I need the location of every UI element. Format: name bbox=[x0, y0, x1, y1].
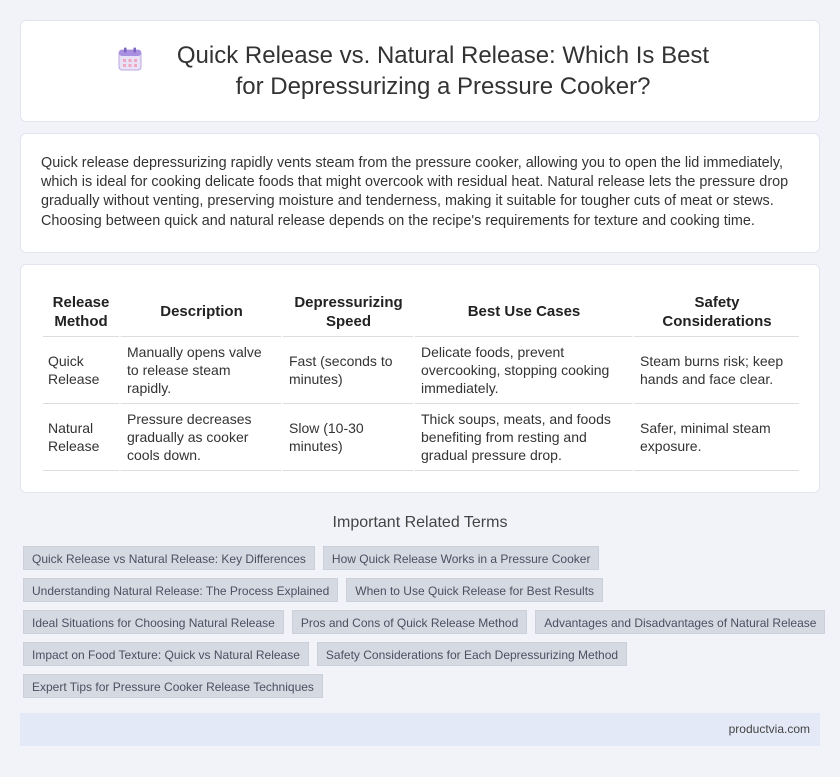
related-term-link[interactable]: Pros and Cons of Quick Release Method bbox=[291, 610, 528, 634]
related-term-link[interactable]: Expert Tips for Pressure Cooker Release … bbox=[23, 674, 323, 698]
table-cell: Slow (10-30 minutes) bbox=[281, 404, 413, 471]
header-release-method: Release Method bbox=[43, 287, 119, 337]
comparison-table-card: Release Method Description Depressurizin… bbox=[20, 264, 820, 493]
related-term-link[interactable]: Impact on Food Texture: Quick vs Natural… bbox=[23, 642, 309, 666]
header-card: Quick Release vs. Natural Release: Which… bbox=[20, 20, 820, 122]
table-row: Natural Release Pressure decreases gradu… bbox=[43, 404, 799, 471]
related-term-link[interactable]: How Quick Release Works in a Pressure Co… bbox=[322, 546, 600, 570]
table-row: Quick Release Manually opens valve to re… bbox=[43, 337, 799, 404]
header-depressurizing-speed: Depressurizing Speed bbox=[281, 287, 413, 337]
footer-site-link[interactable]: productvia.com bbox=[729, 722, 810, 736]
intro-text: Quick release depressurizing rapidly ven… bbox=[41, 155, 789, 229]
term-row: Expert Tips for Pressure Cooker Release … bbox=[23, 674, 823, 698]
term-row: Impact on Food Texture: Quick vs Natural… bbox=[23, 642, 823, 666]
intro-card: Quick release depressurizing rapidly ven… bbox=[20, 133, 820, 253]
related-term-link[interactable]: Advantages and Disadvantages of Natural … bbox=[535, 610, 826, 634]
table-cell: Safer, minimal steam exposure. bbox=[632, 404, 799, 471]
related-term-link[interactable]: Understanding Natural Release: The Proce… bbox=[23, 578, 339, 602]
related-terms-list: Quick Release vs Natural Release: Key Di… bbox=[23, 546, 826, 706]
header-safety-considerations: Safety Considerations bbox=[632, 287, 799, 337]
related-terms-title: Important Related Terms bbox=[332, 514, 508, 531]
related-term-link[interactable]: When to Use Quick Release for Best Resul… bbox=[346, 578, 604, 602]
term-row: Understanding Natural Release: The Proce… bbox=[23, 578, 823, 602]
header-best-use-cases: Best Use Cases bbox=[413, 287, 632, 337]
footer: productvia.com bbox=[20, 713, 820, 746]
table-cell: Steam burns risk; keep hands and face cl… bbox=[632, 337, 799, 404]
page: Quick Release vs. Natural Release: Which… bbox=[0, 0, 840, 777]
calendar-icon bbox=[118, 47, 142, 71]
table-cell: Pressure decreases gradually as cooker c… bbox=[119, 404, 281, 471]
table-cell: Natural Release bbox=[43, 404, 119, 471]
term-row: Ideal Situations for Choosing Natural Re… bbox=[23, 610, 826, 634]
table-cell: Quick Release bbox=[43, 337, 119, 404]
page-title: Quick Release vs. Natural Release: Which… bbox=[176, 42, 710, 100]
table-header-row: Release Method Description Depressurizin… bbox=[43, 287, 799, 337]
header-description: Description bbox=[119, 287, 281, 337]
comparison-table: Release Method Description Depressurizin… bbox=[43, 287, 799, 471]
table-cell: Delicate foods, prevent overcooking, sto… bbox=[413, 337, 632, 404]
related-term-link[interactable]: Quick Release vs Natural Release: Key Di… bbox=[23, 546, 315, 570]
table-cell: Fast (seconds to minutes) bbox=[281, 337, 413, 404]
table-cell: Manually opens valve to release steam ra… bbox=[119, 337, 281, 404]
table-cell: Thick soups, meats, and foods benefiting… bbox=[413, 404, 632, 471]
related-term-link[interactable]: Ideal Situations for Choosing Natural Re… bbox=[23, 610, 284, 634]
term-row: Quick Release vs Natural Release: Key Di… bbox=[23, 546, 823, 570]
related-term-link[interactable]: Safety Considerations for Each Depressur… bbox=[316, 642, 628, 666]
